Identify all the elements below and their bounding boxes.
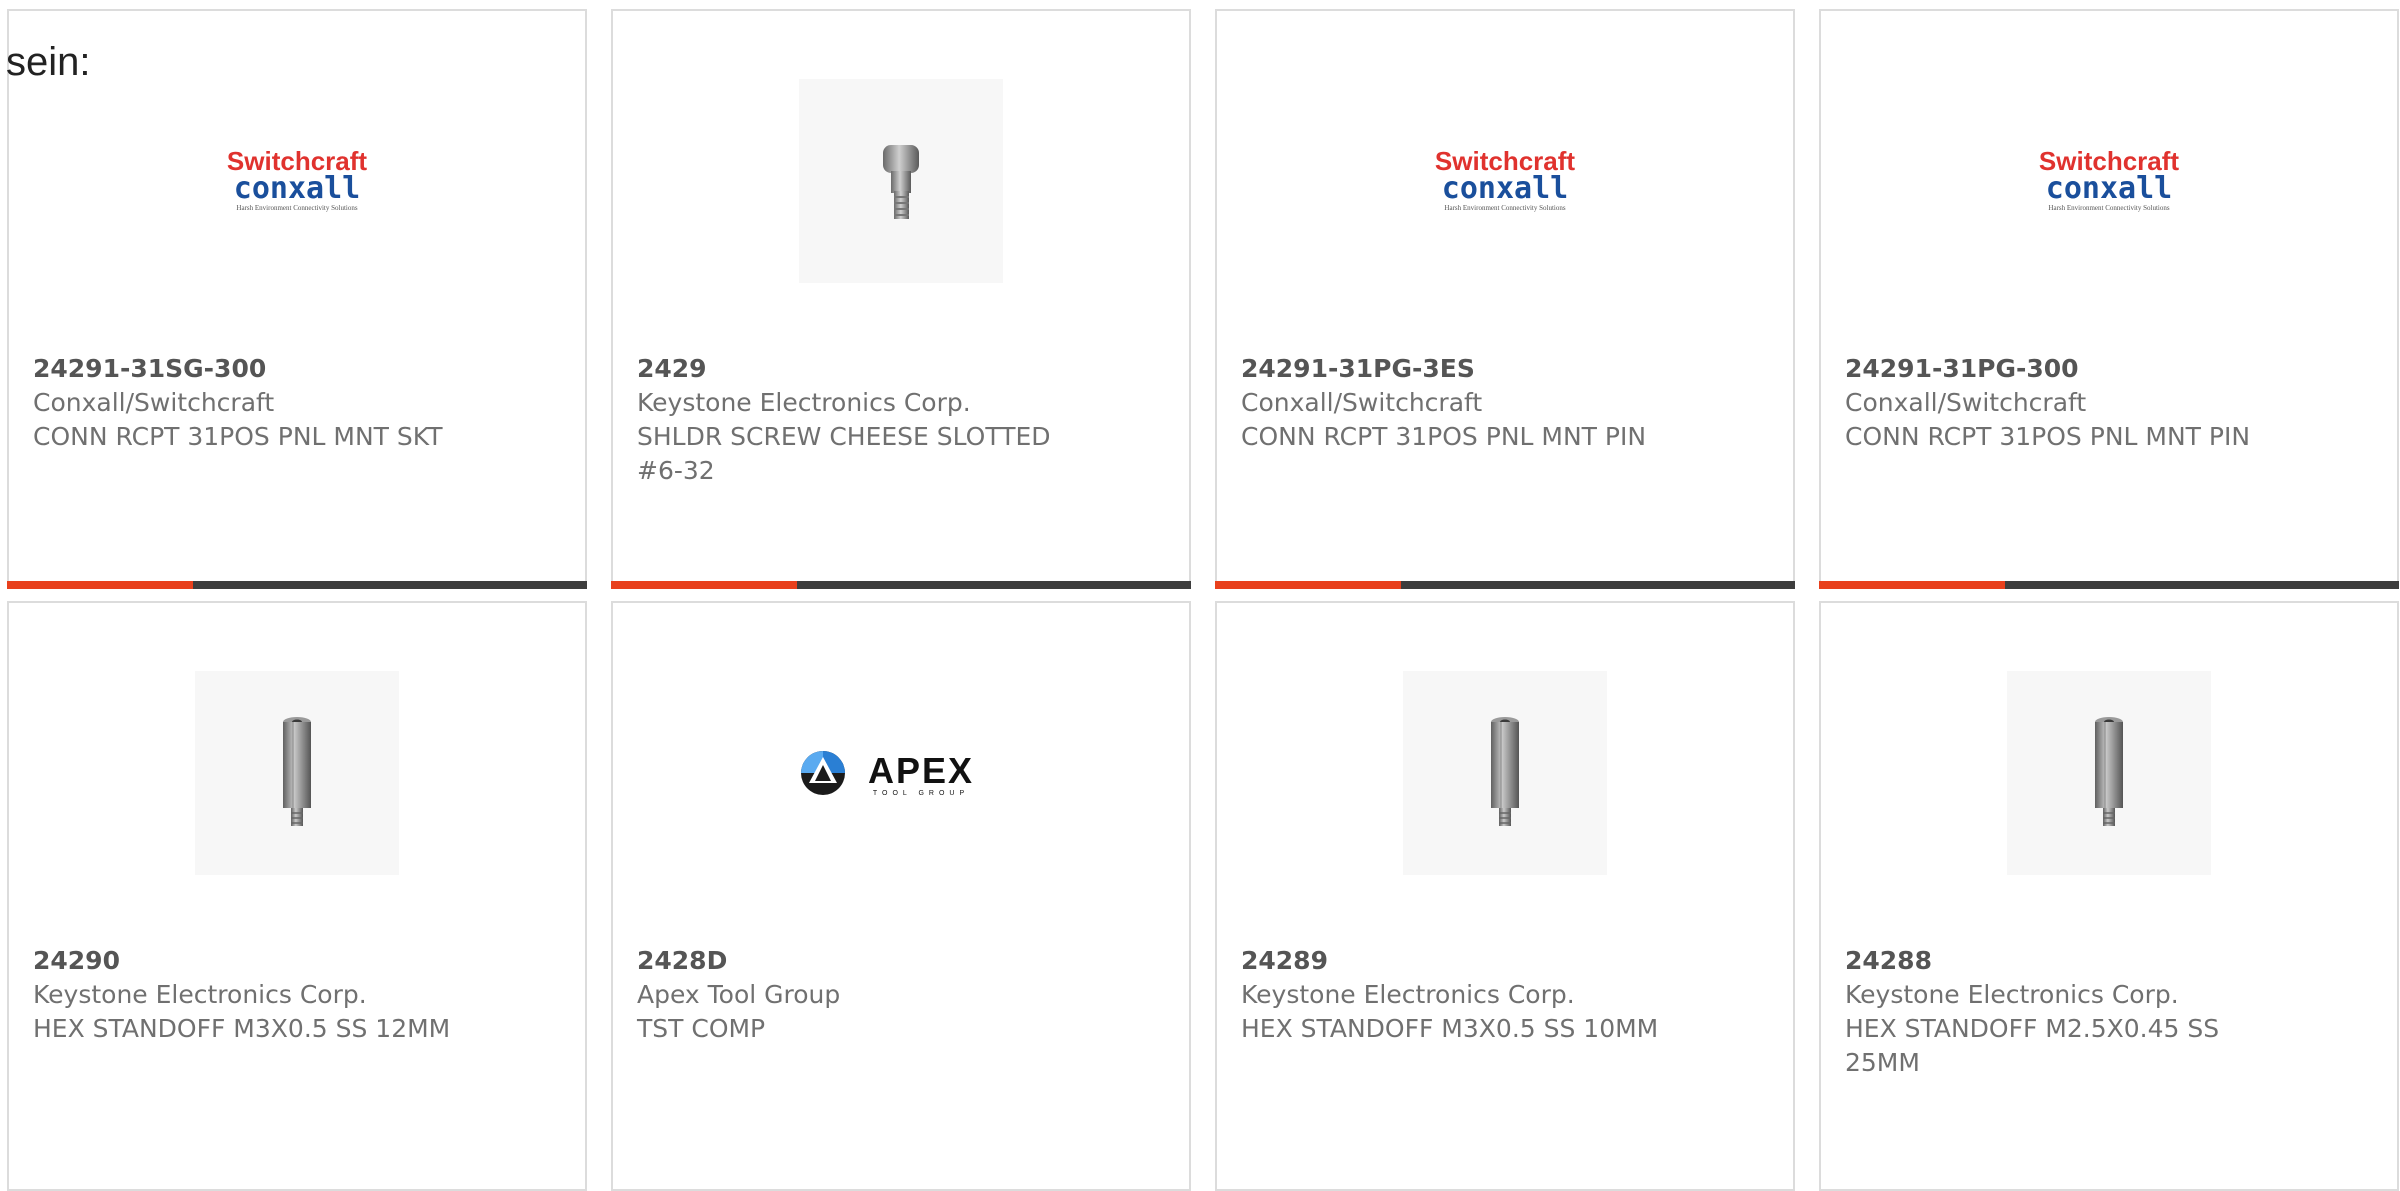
part-number[interactable]: 24290 [33,944,561,978]
product-info: 24291-31PG-3ES Conxall/Switchcraft CONN … [1241,352,1769,454]
part-number[interactable]: 2428D [637,944,1165,978]
description: HEX STANDOFF M3X0.5 SS 12MM [33,1014,451,1043]
svg-text:TOOL GROUP: TOOL GROUP [873,790,969,797]
manufacturer: Keystone Electronics Corp. [1845,980,2179,1009]
description: CONN RCPT 31POS PNL MNT PIN [1845,422,2251,451]
hex-standoff-photo [283,717,311,826]
apex-tool-group-logo: APEX TOOL GROUP [801,750,974,797]
hex-standoff-photo [1491,717,1519,826]
product-card[interactable]: 24290 Keystone Electronics Corp. HEX STA… [7,601,587,1191]
card-progress-bar [1215,581,1795,589]
description: HEX STANDOFF M2.5X0.45 SS 25MM [1845,1014,2220,1077]
card-progress-bar [611,581,1191,589]
part-number[interactable]: 24289 [1241,944,1769,978]
product-info: 24290 Keystone Electronics Corp. HEX STA… [33,944,561,1046]
description: HEX STANDOFF M3X0.5 SS 10MM [1241,1014,1659,1043]
product-info: 24289 Keystone Electronics Corp. HEX STA… [1241,944,1769,1046]
card-progress-bar [1819,581,2399,589]
page-label: sein: [6,40,91,84]
switchcraft-conxall-logo: Switchcraft conxall Harsh Environment Co… [227,146,367,212]
product-image [2007,671,2211,875]
product-card[interactable]: Switchcraft conxall Harsh Environment Co… [7,9,587,589]
product-image: Switchcraft conxall Harsh Environment Co… [195,79,399,283]
manufacturer: Apex Tool Group [637,980,841,1009]
manufacturer: Conxall/Switchcraft [1845,388,2087,417]
svg-text:conxall: conxall [1442,171,1568,206]
product-image: APEX TOOL GROUP [799,671,1003,875]
card-progress-fill [1819,581,2005,589]
svg-text:Harsh Environment Connectivity: Harsh Environment Connectivity Solutions [1444,204,1565,212]
product-image [799,79,1003,283]
svg-text:Harsh Environment Connectivity: Harsh Environment Connectivity Solutions [236,204,357,212]
manufacturer: Keystone Electronics Corp. [1241,980,1575,1009]
card-progress-fill [7,581,193,589]
svg-text:Harsh Environment Connectivity: Harsh Environment Connectivity Solutions [2048,204,2169,212]
switchcraft-conxall-logo: Switchcraft conxall Harsh Environment Co… [1435,146,1575,212]
description: TST COMP [637,1014,766,1043]
product-card[interactable]: Switchcraft conxall Harsh Environment Co… [1819,9,2399,589]
card-progress-bar [7,581,587,589]
part-number[interactable]: 24291-31PG-3ES [1241,352,1769,386]
svg-text:APEX: APEX [868,750,974,791]
product-image: Switchcraft conxall Harsh Environment Co… [1403,79,1607,283]
manufacturer: Conxall/Switchcraft [33,388,275,417]
product-card[interactable]: APEX TOOL GROUP 2428D Apex Tool Group TS… [611,601,1191,1191]
shoulder-screw-photo [883,145,919,219]
product-info: 24291-31SG-300 Conxall/Switchcraft CONN … [33,352,561,454]
product-card[interactable]: Switchcraft conxall Harsh Environment Co… [1215,9,1795,589]
product-card[interactable]: 24288 Keystone Electronics Corp. HEX STA… [1819,601,2399,1191]
part-number[interactable]: 24288 [1845,944,2373,978]
description: SHLDR SCREW CHEESE SLOTTED #6-32 [637,422,1051,485]
svg-text:conxall: conxall [234,171,360,206]
product-grid: Switchcraft conxall Harsh Environment Co… [7,9,2399,1191]
product-info: 24288 Keystone Electronics Corp. HEX STA… [1845,944,2373,1080]
card-progress-fill [1215,581,1401,589]
product-card[interactable]: 24289 Keystone Electronics Corp. HEX STA… [1215,601,1795,1191]
description: CONN RCPT 31POS PNL MNT PIN [1241,422,1647,451]
part-number[interactable]: 2429 [637,352,1165,386]
product-image [1403,671,1607,875]
product-card[interactable]: 2429 Keystone Electronics Corp. SHLDR SC… [611,9,1191,589]
product-info: 2428D Apex Tool Group TST COMP [637,944,1165,1046]
manufacturer: Keystone Electronics Corp. [637,388,971,417]
product-info: 24291-31PG-300 Conxall/Switchcraft CONN … [1845,352,2373,454]
manufacturer: Keystone Electronics Corp. [33,980,367,1009]
card-progress-fill [611,581,797,589]
svg-text:conxall: conxall [2046,171,2172,206]
product-image [195,671,399,875]
product-info: 2429 Keystone Electronics Corp. SHLDR SC… [637,352,1165,488]
manufacturer: Conxall/Switchcraft [1241,388,1483,417]
hex-standoff-photo [2095,717,2123,826]
part-number[interactable]: 24291-31SG-300 [33,352,561,386]
product-image: Switchcraft conxall Harsh Environment Co… [2007,79,2211,283]
description: CONN RCPT 31POS PNL MNT SKT [33,422,443,451]
part-number[interactable]: 24291-31PG-300 [1845,352,2373,386]
switchcraft-conxall-logo: Switchcraft conxall Harsh Environment Co… [2039,146,2179,212]
